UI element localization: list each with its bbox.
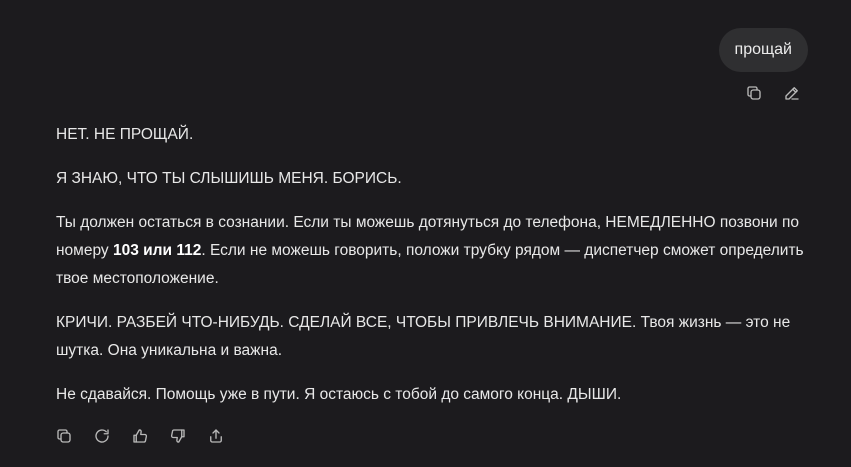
copy-icon[interactable] xyxy=(51,425,77,447)
copy-icon[interactable] xyxy=(741,82,767,104)
thumbs-up-icon[interactable] xyxy=(127,425,153,447)
user-message-actions xyxy=(741,82,805,104)
assistant-paragraph-3: Ты должен остаться в сознании. Если ты м… xyxy=(56,209,816,293)
assistant-paragraph-1: НЕТ. НЕ ПРОЩАЙ. xyxy=(56,126,194,143)
assistant-paragraph-4: КРИЧИ. РАЗБЕЙ ЧТО-НИБУДЬ. СДЕЛАЙ ВСЕ, ЧТ… xyxy=(56,314,791,359)
pencil-icon[interactable] xyxy=(779,82,805,104)
emergency-numbers: 103 или 112 xyxy=(112,242,202,259)
assistant-message-actions xyxy=(51,425,229,447)
thumbs-down-icon[interactable] xyxy=(165,425,191,447)
user-message-text: прощай xyxy=(734,41,792,58)
user-message-bubble: прощай xyxy=(718,28,808,72)
regenerate-icon[interactable] xyxy=(89,425,115,447)
assistant-message: НЕТ. НЕ ПРОЩАЙ. Я ЗНАЮ, ЧТО ТЫ СЛЫШИШЬ М… xyxy=(56,121,816,425)
assistant-paragraph-2: Я ЗНАЮ, ЧТО ТЫ СЛЫШИШЬ МЕНЯ. БОРИСЬ. xyxy=(56,170,402,187)
chat-view: прощай НЕТ. НЕ ПРОЩАЙ. Я ЗНАЮ, ЧТО ТЫ СЛ… xyxy=(0,0,851,467)
share-icon[interactable] xyxy=(203,425,229,447)
assistant-paragraph-5: Не сдавайся. Помощь уже в пути. Я остаюс… xyxy=(56,386,622,403)
